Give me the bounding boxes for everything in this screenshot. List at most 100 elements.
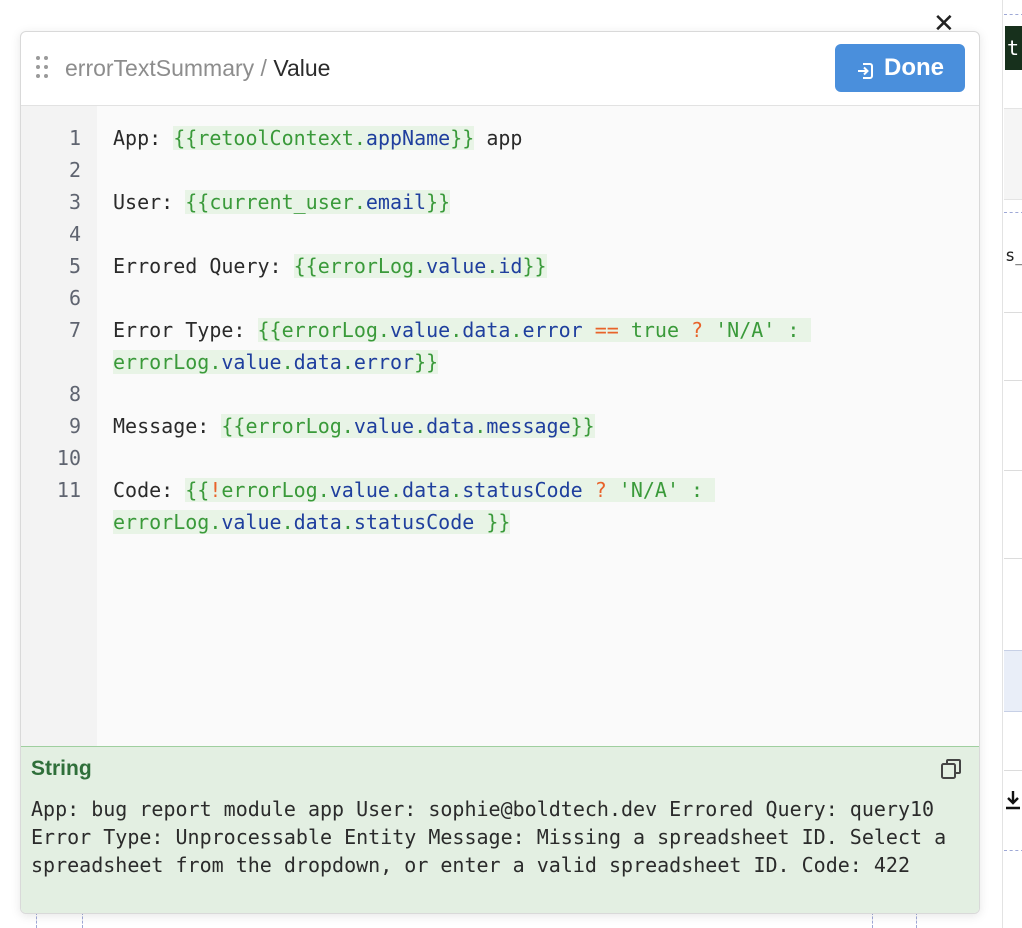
background-panel-strip: t a s_ <box>1002 0 1022 928</box>
code-dot: . <box>353 190 366 214</box>
code-keyword: true <box>630 318 680 342</box>
template-brace: }} <box>570 414 595 438</box>
background-grey-cell <box>1004 108 1022 200</box>
code-dot: . <box>414 254 427 278</box>
background-dashed-line <box>1004 212 1022 213</box>
background-dark-cell: t a <box>1005 26 1022 70</box>
code-identifier: errorLog <box>317 254 415 278</box>
background-dashed-line <box>916 912 917 928</box>
code-property: data <box>462 318 511 342</box>
page-title: errorTextSummary / Value <box>65 54 330 82</box>
enter-icon <box>856 59 874 79</box>
template-expression: errorLog.value.data.statusCode }} <box>113 510 511 534</box>
code-property: data <box>293 510 342 534</box>
code-dot: . <box>281 350 294 374</box>
code-dot: . <box>317 478 330 502</box>
code-dot: . <box>341 510 354 534</box>
line-number: 6 <box>68 286 81 310</box>
code-dot: . <box>450 478 463 502</box>
background-divider <box>1004 770 1022 771</box>
code-text: Message: <box>113 414 222 438</box>
code-text: Code: <box>113 478 186 502</box>
code-property: error <box>522 318 583 342</box>
code-operator: : <box>679 478 716 502</box>
code-line: Errored Query: {{errorLog.value.id}} <box>113 250 547 282</box>
code-property: value <box>221 350 282 374</box>
drag-handle-icon[interactable] <box>36 56 50 82</box>
code-dot: . <box>281 510 294 534</box>
line-number: 10 <box>56 446 81 470</box>
code-line: Error Type: {{errorLog.value.data.error … <box>113 314 812 346</box>
download-icon[interactable] <box>1005 790 1021 816</box>
code-identifier: errorLog <box>281 318 378 342</box>
evaluated-result-panel: String App: bug report module app User: … <box>21 746 979 913</box>
template-expression: {{errorLog.value.data.error == true ? 'N… <box>257 318 812 342</box>
code-property: value <box>389 318 451 342</box>
template-brace: }} <box>522 254 547 278</box>
code-text: Error Type: <box>113 318 258 342</box>
code-text: Errored Query: <box>113 254 294 278</box>
code-text: app <box>474 126 523 150</box>
code-operator: : <box>775 318 812 342</box>
code-identifier: errorLog <box>113 510 210 534</box>
code-dot: . <box>341 414 354 438</box>
template-expression: {{errorLog.value.data.message}} <box>221 414 595 438</box>
code-operator: ? <box>582 478 619 502</box>
background-divider <box>1004 558 1022 559</box>
line-number: 3 <box>68 190 81 214</box>
done-button[interactable]: Done <box>835 44 965 92</box>
code-property: message <box>486 414 571 438</box>
background-divider <box>1004 380 1022 381</box>
background-divider <box>1004 470 1022 471</box>
component-name: errorTextSummary <box>65 55 255 81</box>
code-property: data <box>293 350 342 374</box>
done-button-label: Done <box>884 54 944 81</box>
code-property: statusCode <box>353 510 475 534</box>
code-identifier: errorLog <box>113 350 210 374</box>
line-number-gutter: 1 2 3 4 5 6 7 8 9 10 11 <box>21 106 97 746</box>
code-editor[interactable]: 1 2 3 4 5 6 7 8 9 10 11 App: {{retoolCon… <box>21 106 979 746</box>
template-expression: {{errorLog.value.id}} <box>293 254 547 278</box>
code-dot: . <box>389 478 403 502</box>
template-brace: {{ <box>185 190 210 214</box>
code-text: App: <box>113 126 174 150</box>
code-dot: . <box>486 254 499 278</box>
code-property: error <box>353 350 415 374</box>
code-line-wrapped: errorLog.value.data.error}} <box>113 346 439 378</box>
code-dot: . <box>341 350 354 374</box>
result-value: App: bug report module app User: sophie@… <box>31 797 959 877</box>
copy-icon[interactable] <box>939 757 963 781</box>
background-fragment-text-mid: s_ <box>1005 246 1022 266</box>
code-property: email <box>365 190 427 214</box>
code-line: App: {{retoolContext.appName}} app <box>113 122 522 154</box>
line-number: 1 <box>68 126 81 150</box>
line-number: 11 <box>56 478 81 502</box>
code-line: User: {{current_user.email}} <box>113 186 451 218</box>
code-property: value <box>329 478 390 502</box>
code-dot: . <box>377 318 390 342</box>
code-identifier: errorLog <box>245 414 342 438</box>
code-dot: . <box>209 350 222 374</box>
template-brace: {{ <box>185 478 210 502</box>
code-identifier: current_user <box>209 190 354 214</box>
code-dot: . <box>353 126 366 150</box>
code-string: 'N/A' <box>618 478 680 502</box>
code-identifier: errorLog <box>221 478 318 502</box>
code-line: Code: {{!errorLog.value.data.statusCode … <box>113 474 716 506</box>
template-expression: {{current_user.email}} <box>185 190 451 214</box>
code-dot: . <box>474 414 487 438</box>
code-property: value <box>353 414 415 438</box>
background-selected-cell <box>1004 650 1022 712</box>
code-dot: . <box>414 414 427 438</box>
template-expression: {{retoolContext.appName}} <box>173 126 475 150</box>
result-type-label: String <box>31 757 92 780</box>
code-dot: . <box>209 510 222 534</box>
template-brace: {{ <box>293 254 318 278</box>
background-dashed-line <box>1004 850 1022 851</box>
background-dashed-line <box>82 912 83 928</box>
template-brace: }} <box>450 126 475 150</box>
code-property: statusCode <box>462 478 583 502</box>
line-number: 2 <box>68 158 81 182</box>
code-property: data <box>402 478 451 502</box>
background-fragment-text: t a <box>1007 36 1022 60</box>
